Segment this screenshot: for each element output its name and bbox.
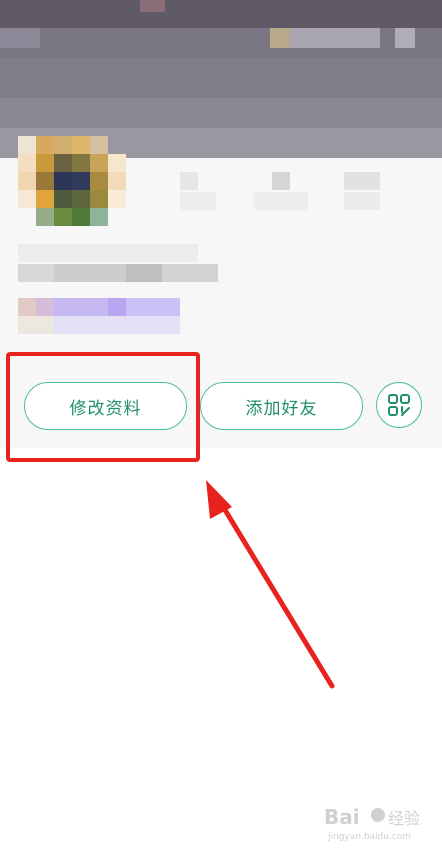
annotation-arrow	[206, 480, 335, 689]
svg-text:Bai: Bai	[324, 805, 360, 829]
svg-text:经验: 经验	[388, 809, 420, 828]
watermark-logo: Bai 经验 jingyan.baidu.com	[324, 805, 421, 842]
